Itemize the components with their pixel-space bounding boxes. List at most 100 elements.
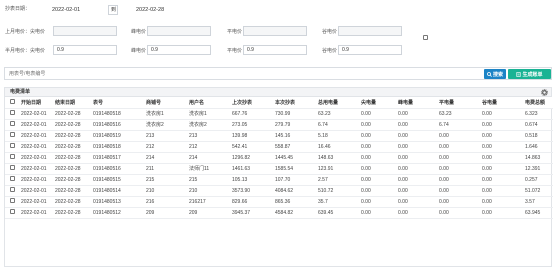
column-header-total-fee[interactable]: 电费总额	[523, 97, 553, 109]
search-icon	[487, 71, 492, 77]
cell-valley-usage: 0.00	[480, 174, 523, 186]
cell-flat-usage: 6.74	[437, 119, 480, 131]
cell-shop-no: 215	[144, 174, 187, 186]
cell-peak-usage: 0.00	[396, 119, 437, 131]
last-month-sharp-input[interactable]	[53, 26, 117, 36]
table-row[interactable]: 2022-02-01 2022-02-28 0191480516 211 法师门11 14…	[5, 163, 553, 175]
row-checkbox[interactable]	[9, 121, 15, 126]
last-month-sharp-label: 上月电价：尖电价	[5, 28, 46, 35]
date-separator: 到	[108, 5, 118, 15]
table-row[interactable]: 2022-02-01 2022-02-28 0191480519 213 213 139.…	[5, 130, 553, 142]
cell-peak-usage: 0.00	[396, 196, 437, 208]
half-month-peak-input[interactable]	[147, 45, 211, 55]
cell-end-date: 2022-02-28	[53, 130, 91, 142]
extra-checkbox[interactable]	[423, 35, 428, 40]
cell-current-reading: 558.87	[273, 141, 316, 153]
table-row[interactable]: 2022-02-01 2022-02-28 0191480515 215 215 105.…	[5, 174, 553, 186]
cell-current-reading: 107.70	[273, 174, 316, 186]
date-to-field[interactable]: 2022-02-28	[136, 5, 164, 15]
column-header-valley-usage[interactable]: 谷电量	[480, 97, 523, 109]
cell-user-name: 210	[187, 185, 230, 197]
row-checkbox[interactable]	[9, 154, 15, 159]
cell-last-reading: 139.98	[230, 130, 273, 142]
row-checkbox[interactable]	[9, 176, 15, 181]
column-header-current-reading[interactable]: 本次抄表	[273, 97, 316, 109]
half-month-flat-input[interactable]	[243, 45, 307, 55]
cell-valley-usage: 0.00	[480, 141, 523, 153]
row-select-cell	[5, 207, 19, 219]
cell-meter-no: 0191480515	[91, 174, 144, 186]
column-header-user-name[interactable]: 用户名	[187, 97, 230, 109]
column-header-peak-usage[interactable]: 峰电量	[396, 97, 437, 109]
table-row[interactable]: 2022-02-01 2022-02-28 0191480513 216 216217 8…	[5, 196, 553, 208]
cell-sharp-usage: 0.00	[359, 163, 396, 175]
cell-flat-usage: 0.00	[437, 185, 480, 197]
column-header-shop-no[interactable]: 商铺号	[144, 97, 187, 109]
last-month-valley-input[interactable]	[338, 26, 402, 36]
cell-start-date: 2022-02-01	[19, 141, 53, 153]
cell-peak-usage: 0.00	[396, 185, 437, 197]
half-month-sharp-input[interactable]	[53, 45, 117, 55]
column-header-flat-usage[interactable]: 平电量	[437, 97, 480, 109]
row-checkbox[interactable]	[9, 132, 15, 137]
date-from-field[interactable]: 2022-02-01	[52, 5, 80, 15]
half-month-flat-label: 平电价	[227, 47, 243, 54]
cell-current-reading: 1445.45	[273, 152, 316, 164]
gear-icon[interactable]	[541, 89, 548, 96]
search-input[interactable]	[7, 69, 407, 78]
cell-total-usage: 63.23	[316, 108, 359, 120]
cell-end-date: 2022-02-28	[53, 174, 91, 186]
table-row[interactable]: 2022-02-01 2022-02-28 0191480517 214 214 1296…	[5, 152, 553, 164]
cell-flat-usage: 0.00	[437, 196, 480, 208]
cell-total-fee: 0.518	[523, 130, 553, 142]
cell-flat-usage: 0.00	[437, 141, 480, 153]
table-row[interactable]: 2022-02-01 2022-02-28 0191480518 洗衣房1 洗衣房1 66…	[5, 108, 553, 120]
row-select-cell	[5, 185, 19, 197]
table-body: 2022-02-01 2022-02-28 0191480518 洗衣房1 洗衣房1 66…	[5, 108, 553, 219]
table-row[interactable]: 2022-02-01 2022-02-28 0191480516 洗衣房2 洗衣房2 27…	[5, 119, 553, 131]
cell-peak-usage: 0.00	[396, 152, 437, 164]
select-all-checkbox[interactable]	[9, 98, 15, 104]
table-row[interactable]: 2022-02-01 2022-02-28 0191480518 212 212 542.…	[5, 141, 553, 153]
column-header-end-date[interactable]: 结束日期	[53, 97, 91, 109]
table-row[interactable]: 2022-02-01 2022-02-28 0191480514 210 210 3573…	[5, 185, 553, 197]
row-checkbox[interactable]	[9, 110, 15, 115]
last-month-flat-label: 平电价	[227, 28, 243, 35]
cell-meter-no: 0191480516	[91, 163, 144, 175]
table-row[interactable]: 2022-02-01 2022-02-28 0191480512 209 209 3945…	[5, 207, 553, 219]
column-header-sharp-usage[interactable]: 尖电量	[359, 97, 396, 109]
cell-flat-usage: 0.00	[437, 207, 480, 219]
column-header-meter-no[interactable]: 表号	[91, 97, 144, 109]
cell-last-reading: 1461.63	[230, 163, 273, 175]
cell-sharp-usage: 0.00	[359, 196, 396, 208]
cell-end-date: 2022-02-28	[53, 152, 91, 164]
row-checkbox[interactable]	[9, 143, 15, 148]
row-checkbox[interactable]	[9, 187, 15, 192]
column-header-start-date[interactable]: 开始日期	[19, 97, 53, 109]
last-month-flat-input[interactable]	[243, 26, 307, 36]
half-month-sharp-label: 半月电价：尖电价	[5, 47, 46, 54]
cell-start-date: 2022-02-01	[19, 130, 53, 142]
cell-meter-no: 0191480518	[91, 141, 144, 153]
row-checkbox[interactable]	[9, 209, 15, 214]
row-checkbox[interactable]	[9, 198, 15, 203]
cell-flat-usage: 0.00	[437, 174, 480, 186]
search-button[interactable]: 搜索	[484, 69, 506, 79]
cell-shop-no: 213	[144, 130, 187, 142]
cell-total-fee: 3.57	[523, 196, 553, 208]
generate-bill-button[interactable]: 生成账单	[508, 69, 551, 79]
row-select-cell	[5, 174, 19, 186]
cell-flat-usage: 63.23	[437, 108, 480, 120]
cell-meter-no: 0191480513	[91, 196, 144, 208]
cell-start-date: 2022-02-01	[19, 174, 53, 186]
half-month-valley-input[interactable]	[338, 45, 402, 55]
row-checkbox[interactable]	[9, 165, 15, 170]
cell-sharp-usage: 0.00	[359, 185, 396, 197]
last-month-peak-input[interactable]	[147, 26, 211, 36]
cell-valley-usage: 0.00	[480, 163, 523, 175]
column-header-total-usage[interactable]: 总用电量	[316, 97, 359, 109]
row-select-cell	[5, 141, 19, 153]
column-header-last-reading[interactable]: 上次抄表	[230, 97, 273, 109]
cell-valley-usage: 0.00	[480, 196, 523, 208]
cell-last-reading: 105.13	[230, 174, 273, 186]
